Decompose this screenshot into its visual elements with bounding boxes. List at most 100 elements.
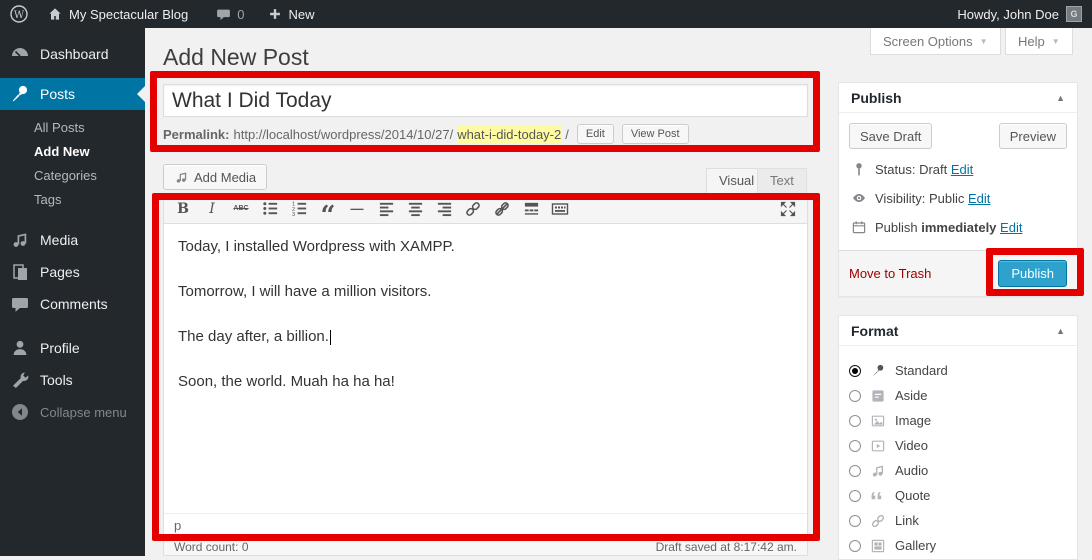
publish-box-header: Publish ▲ <box>839 83 1077 113</box>
editor-toolbar: B I ABC 123 “ — <box>164 194 807 224</box>
quote-icon <box>870 488 886 504</box>
format-option-aside[interactable]: Aside <box>849 383 1065 408</box>
align-center-button[interactable] <box>404 198 426 220</box>
bullet-list-button[interactable] <box>259 198 281 220</box>
collapse-toggle-icon[interactable]: ▲ <box>1056 326 1065 336</box>
posts-submenu: All Posts Add New Categories Tags <box>0 110 145 218</box>
collapse-toggle-icon[interactable]: ▲ <box>1056 93 1065 103</box>
aside-icon <box>870 388 886 404</box>
radio[interactable] <box>849 465 861 477</box>
new-menu-item[interactable]: New <box>259 0 323 28</box>
fullscreen-button[interactable] <box>777 198 799 220</box>
sidebar-item-add-new[interactable]: Add New <box>0 140 145 164</box>
strikethrough-button[interactable]: ABC <box>230 198 252 220</box>
screen-options-tab[interactable]: Screen Options ▼ <box>870 28 1001 55</box>
horizontal-rule-button[interactable]: — <box>346 198 368 220</box>
post-status-info: Word count: 0 Draft saved at 8:17:42 am. <box>163 538 808 556</box>
radio[interactable] <box>849 490 861 502</box>
sidebar-item-collapse-menu[interactable]: Collapse menu <box>0 396 145 428</box>
page-title: Add New Post <box>163 44 309 71</box>
site-name: My Spectacular Blog <box>69 7 188 22</box>
more-tag-button[interactable] <box>520 198 542 220</box>
blockquote-button[interactable]: “ <box>317 198 339 220</box>
format-option-image[interactable]: Image <box>849 408 1065 433</box>
bold-button[interactable]: B <box>172 198 194 220</box>
view-post-button[interactable]: View Post <box>622 124 689 144</box>
sidebar-item-all-posts[interactable]: All Posts <box>0 116 145 140</box>
unlink-button[interactable] <box>491 198 513 220</box>
sidebar-item-profile[interactable]: Profile <box>0 332 145 364</box>
format-option-gallery[interactable]: Gallery <box>849 533 1065 558</box>
format-option-quote[interactable]: Quote <box>849 483 1065 508</box>
sidebar-item-comments[interactable]: Comments <box>0 288 145 320</box>
edit-status-link[interactable]: Edit <box>951 162 973 177</box>
preview-button[interactable]: Preview <box>999 123 1067 149</box>
toolbar-toggle-button[interactable] <box>549 198 571 220</box>
format-option-standard[interactable]: Standard <box>849 358 1065 383</box>
avatar: G <box>1066 6 1082 22</box>
editor-content[interactable]: Today, I installed Wordpress with XAMPP.… <box>164 224 807 513</box>
radio[interactable] <box>849 415 861 427</box>
sidebar-item-pages[interactable]: Pages <box>0 256 145 288</box>
calendar-icon <box>851 219 867 235</box>
align-right-button[interactable] <box>433 198 455 220</box>
format-option-link[interactable]: Link <box>849 508 1065 533</box>
radio[interactable] <box>849 540 861 552</box>
editor-paragraph: The day after, a billion. <box>178 326 793 347</box>
link-button[interactable] <box>462 198 484 220</box>
wordpress-logo[interactable]: W <box>0 0 38 28</box>
collapse-icon <box>10 402 30 422</box>
move-to-trash-link[interactable]: Move to Trash <box>849 266 931 281</box>
gallery-icon <box>870 538 886 554</box>
format-option-video[interactable]: Video <box>849 433 1065 458</box>
help-tab[interactable]: Help ▼ <box>1005 28 1073 55</box>
sidebar-item-posts[interactable]: Posts <box>0 78 145 110</box>
tab-text[interactable]: Text <box>757 168 807 193</box>
format-options-list: Standard Aside Image Video Audio Quote <box>839 346 1077 558</box>
chevron-down-icon: ▼ <box>980 37 988 46</box>
status-label: Status: <box>875 162 915 177</box>
sidebar-item-label: Collapse menu <box>40 405 127 420</box>
align-left-button[interactable] <box>375 198 397 220</box>
account-menu-item[interactable]: Howdy, John Doe G <box>957 6 1092 22</box>
active-menu-arrow <box>137 86 145 102</box>
format-box: Format ▲ Standard Aside Image Video Audi… <box>838 315 1078 560</box>
media-icon <box>10 230 30 250</box>
post-title-input[interactable] <box>163 84 808 117</box>
eye-icon <box>851 190 867 206</box>
svg-text:3: 3 <box>291 212 294 217</box>
status-row: Status: Draft Edit <box>851 161 1065 177</box>
editor-statusbar: p <box>164 513 807 537</box>
sidebar-item-tags[interactable]: Tags <box>0 188 145 212</box>
video-icon <box>870 438 886 454</box>
sidebar-item-categories[interactable]: Categories <box>0 164 145 188</box>
sidebar-item-label: Tools <box>40 372 73 388</box>
sidebar-item-dashboard[interactable]: Dashboard <box>0 38 145 70</box>
edit-schedule-link[interactable]: Edit <box>1000 220 1022 235</box>
site-menu-item[interactable]: My Spectacular Blog <box>38 0 197 28</box>
pushpin-icon <box>10 84 30 104</box>
sidebar-item-media[interactable]: Media <box>0 224 145 256</box>
numbered-list-button[interactable]: 123 <box>288 198 310 220</box>
italic-button[interactable]: I <box>201 198 223 220</box>
radio-checked[interactable] <box>849 365 861 377</box>
format-option-audio[interactable]: Audio <box>849 458 1065 483</box>
publish-button[interactable]: Publish <box>998 260 1067 287</box>
sidebar-item-tools[interactable]: Tools <box>0 364 145 396</box>
radio[interactable] <box>849 440 861 452</box>
edit-permalink-button[interactable]: Edit <box>577 124 614 144</box>
schedule-label: Publish <box>875 220 918 235</box>
add-media-button[interactable]: Add Media <box>163 164 267 190</box>
radio[interactable] <box>849 390 861 402</box>
edit-visibility-link[interactable]: Edit <box>968 191 990 206</box>
radio[interactable] <box>849 515 861 527</box>
comments-icon <box>10 294 30 314</box>
element-path[interactable]: p <box>174 518 181 533</box>
word-count: Word count: 0 <box>174 540 249 554</box>
autosave-message: Draft saved at 8:17:42 am. <box>656 540 797 554</box>
permalink-suffix: / <box>565 127 569 142</box>
save-draft-button[interactable]: Save Draft <box>849 123 932 149</box>
comments-bubble-item[interactable]: 0 <box>207 0 253 28</box>
sidebar-item-label: Dashboard <box>40 46 109 62</box>
format-box-header: Format ▲ <box>839 316 1077 346</box>
